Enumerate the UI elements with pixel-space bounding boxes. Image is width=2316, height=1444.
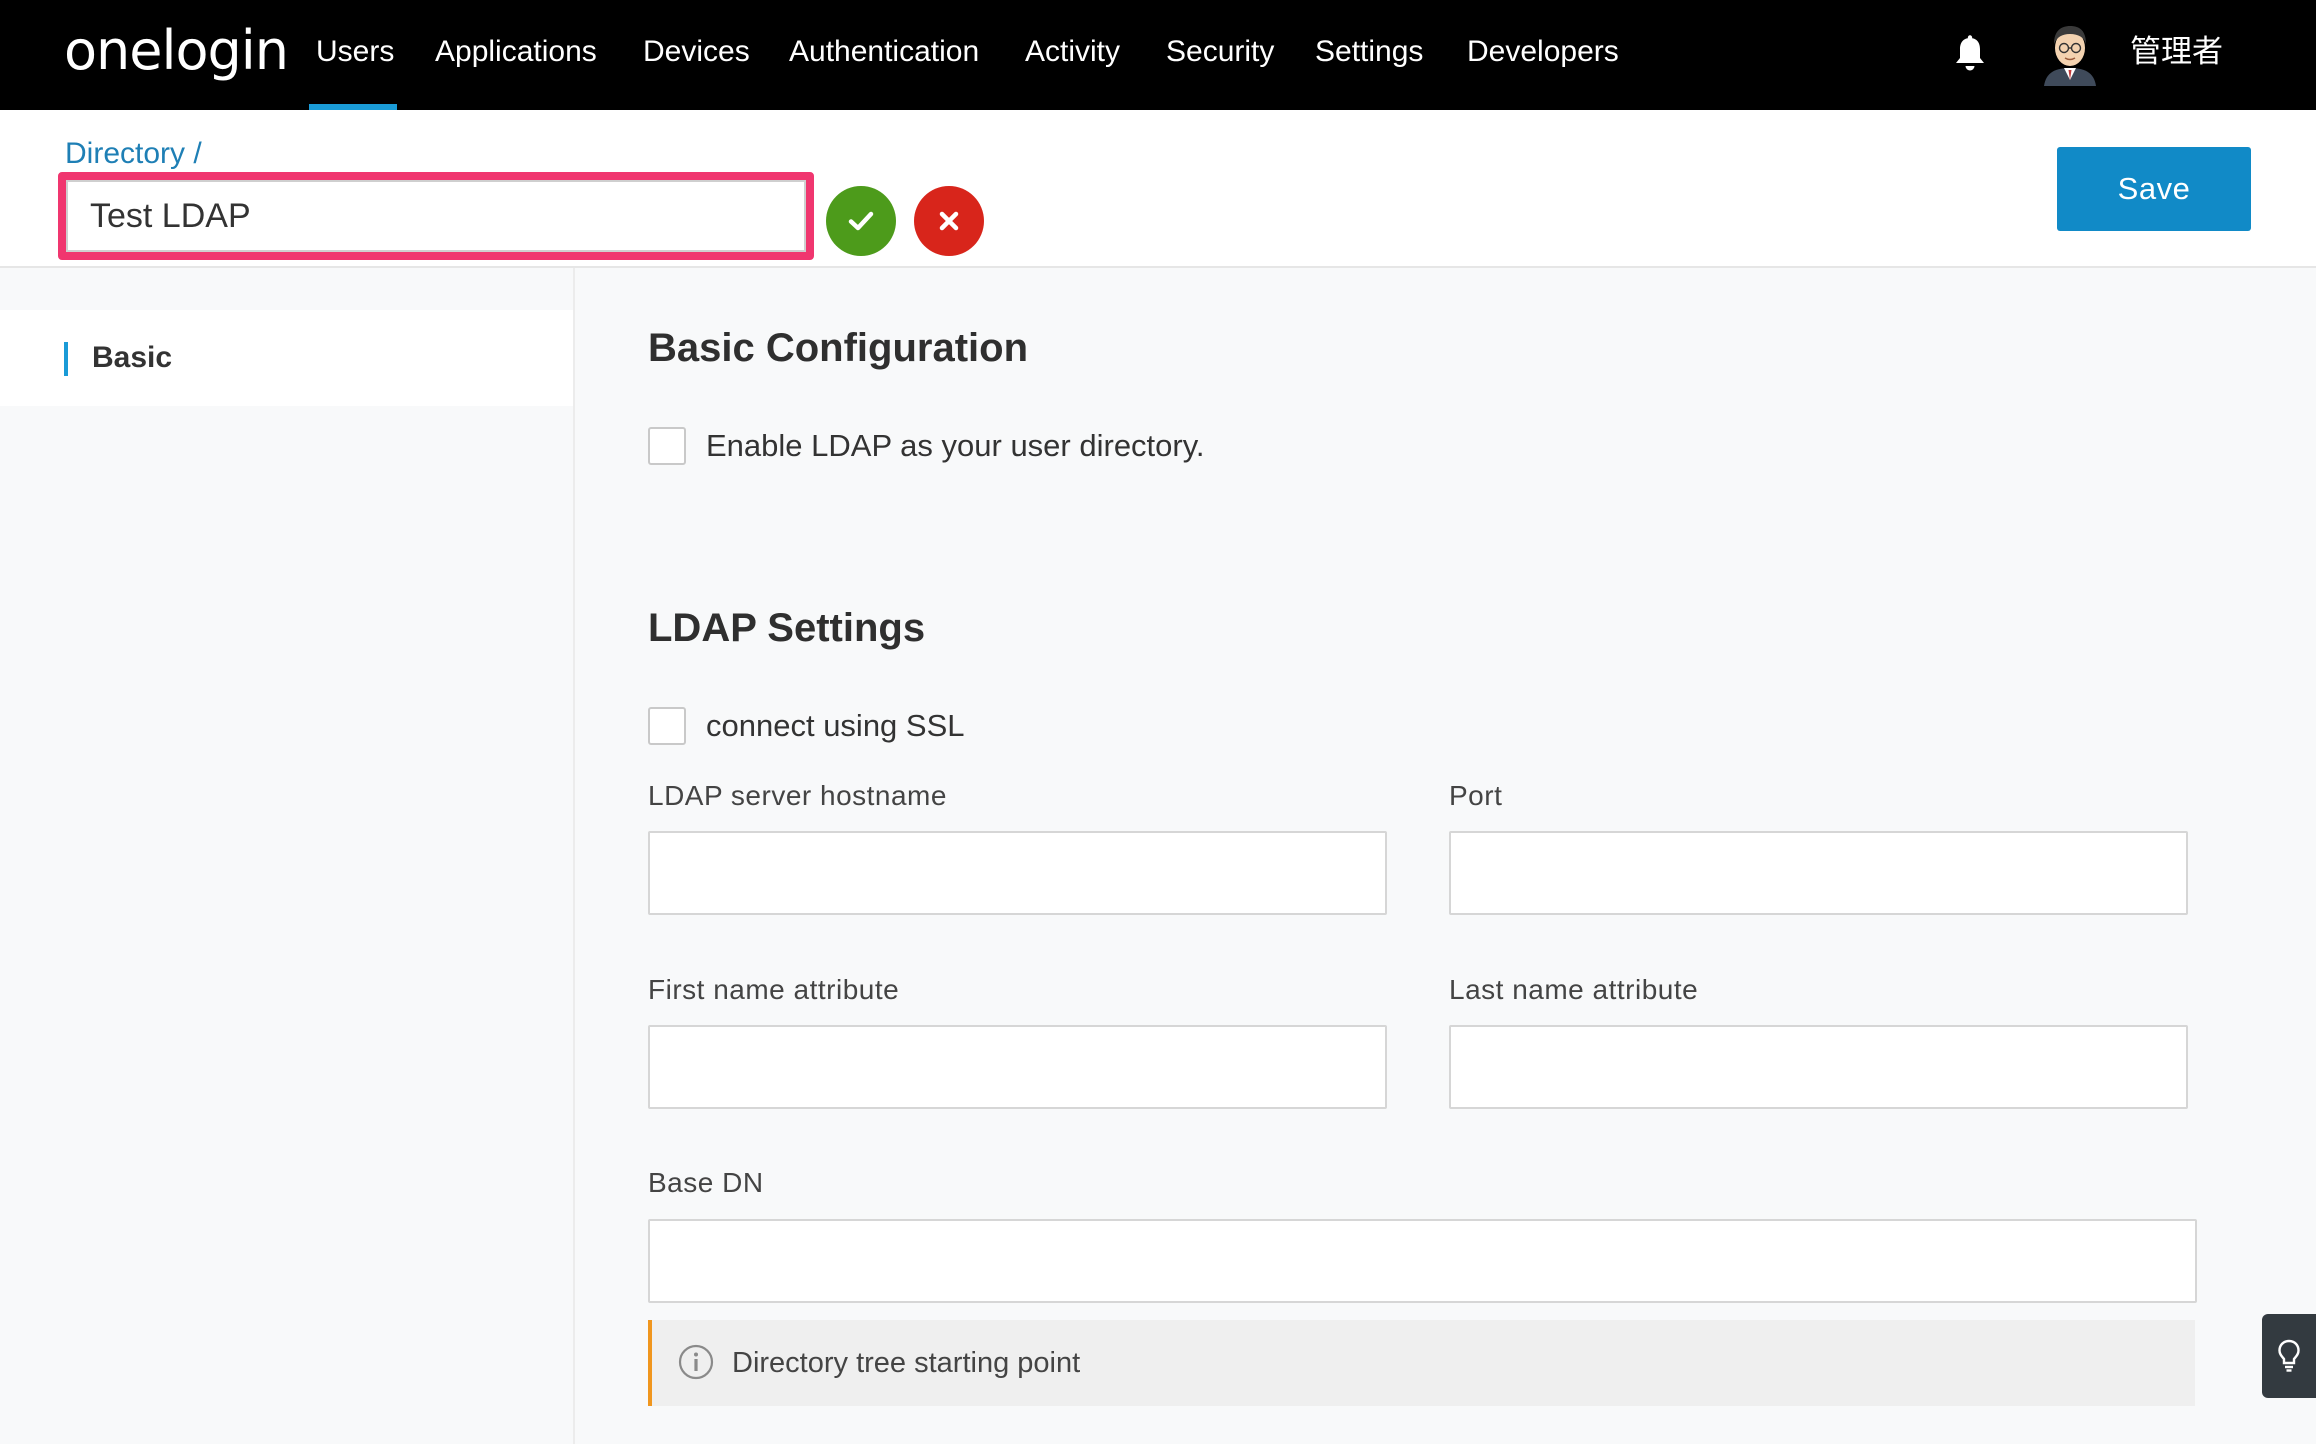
base-dn-hint: Directory tree starting point: [648, 1320, 2195, 1406]
base-dn-input[interactable]: [648, 1219, 2197, 1303]
enable-ldap-label[interactable]: Enable LDAP as your user directory.: [706, 427, 1205, 465]
close-icon: [939, 211, 959, 231]
base-dn-label: Base DN: [648, 1167, 764, 1198]
port-label: Port: [1449, 780, 1503, 811]
main-area: Basic Basic Configuration Enable LDAP as…: [0, 268, 2316, 1444]
cancel-name-button[interactable]: [914, 186, 984, 256]
last-name-attribute-input[interactable]: [1449, 1025, 2188, 1109]
checkmark-icon: [848, 211, 874, 231]
nav-item-devices[interactable]: Devices: [643, 0, 750, 110]
nav-item-authentication[interactable]: Authentication: [789, 0, 979, 110]
ssl-checkbox[interactable]: [648, 707, 686, 745]
info-icon: [678, 1344, 714, 1380]
sidebar: Basic: [0, 268, 575, 1444]
hostname-label: LDAP server hostname: [648, 780, 947, 811]
nav-item-applications[interactable]: Applications: [435, 0, 597, 110]
help-tab[interactable]: [2262, 1314, 2316, 1398]
nav-item-settings[interactable]: Settings: [1315, 0, 1423, 110]
basic-configuration-title: Basic Configuration: [648, 326, 1029, 370]
save-button[interactable]: Save: [2057, 147, 2251, 231]
first-name-attribute-label: First name attribute: [648, 974, 900, 1005]
nav-item-developers[interactable]: Developers: [1467, 0, 1619, 110]
user-name[interactable]: 管理者: [2130, 0, 2223, 110]
ldap-settings-title: LDAP Settings: [648, 606, 926, 650]
sidebar-item-label: Basic: [92, 341, 173, 374]
last-name-attribute-label: Last name attribute: [1449, 974, 1699, 1005]
sidebar-item-basic[interactable]: Basic: [0, 310, 573, 406]
top-navigation-bar: onelogin Users Applications Devices Auth…: [0, 0, 2316, 110]
lightbulb-icon: [2278, 1339, 2300, 1372]
ssl-label[interactable]: connect using SSL: [706, 707, 965, 745]
nav-item-security[interactable]: Security: [1166, 0, 1274, 110]
page-header: Directory / Save: [0, 110, 2316, 268]
nav-item-activity[interactable]: Activity: [1025, 0, 1120, 110]
hint-text: Directory tree starting point: [732, 1347, 1081, 1379]
confirm-name-button[interactable]: [826, 186, 896, 256]
breadcrumb[interactable]: Directory /: [65, 132, 202, 176]
enable-ldap-checkbox[interactable]: [648, 427, 686, 465]
nav-item-users[interactable]: Users: [316, 0, 394, 110]
first-name-attribute-input[interactable]: [648, 1025, 1387, 1109]
bell-icon[interactable]: [1950, 34, 1990, 74]
hostname-input[interactable]: [648, 831, 1387, 915]
name-input-highlight: [58, 172, 814, 260]
port-input[interactable]: [1449, 831, 2188, 915]
active-sidebar-indicator: [64, 342, 68, 376]
directory-name-input[interactable]: [66, 180, 806, 252]
content-panel: Basic Configuration Enable LDAP as your …: [575, 268, 2316, 1444]
avatar[interactable]: [2040, 20, 2100, 86]
onelogin-logo[interactable]: onelogin: [64, 18, 289, 84]
